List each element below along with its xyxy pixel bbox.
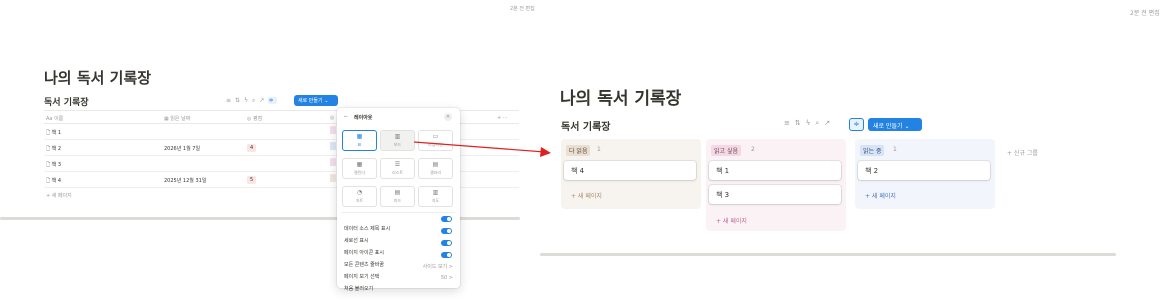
board-column-want: 읽고 싶음 2 책 1 책 3 + 새 페이지 <box>706 139 846 231</box>
card-title: 책 3 <box>716 191 730 199</box>
board-card[interactable]: 책 2 <box>858 161 990 180</box>
card-title: 책 1 <box>716 167 730 175</box>
new-page-button[interactable]: + 새 페이지 <box>571 191 602 200</box>
page-title: 나의 독서 기록장 <box>560 89 682 109</box>
board-card[interactable]: 책 4 <box>564 161 696 180</box>
horizontal-scrollbar[interactable] <box>540 253 1116 256</box>
new-button-label: 새로 만들기 <box>873 123 903 130</box>
sort-icon[interactable]: ⇅ <box>795 119 806 127</box>
new-page-button[interactable]: + 새 페이지 <box>865 191 896 200</box>
group-count: 1 <box>597 146 601 153</box>
card-title: 책 2 <box>865 167 879 175</box>
group-label[interactable]: 다 읽음 <box>566 145 591 156</box>
filter-icon[interactable]: ≡ <box>784 119 795 127</box>
add-group-button[interactable]: + 신규 그룹 <box>1007 148 1038 157</box>
new-button[interactable]: 새로 만들기 ⌄ <box>868 118 922 131</box>
board-column-reading: 읽는 중 1 책 2 + 새 페이지 <box>855 139 995 209</box>
card-title: 책 4 <box>571 167 585 175</box>
board-card[interactable]: 책 1 <box>709 161 841 180</box>
chevron-down-icon: ⌄ <box>904 123 910 130</box>
settings-icon[interactable]: ≑ <box>849 118 864 131</box>
search-icon[interactable]: ⌕ <box>815 119 824 127</box>
new-page-button[interactable]: + 새 페이지 <box>716 216 747 225</box>
db-toolbar: ≡⇅ϟ⌕↗ <box>784 119 835 128</box>
db-title[interactable]: 독서 기록장 <box>561 118 610 133</box>
board-column-done: 다 읽음 1 책 4 + 새 페이지 <box>561 139 701 209</box>
automation-icon[interactable]: ϟ <box>806 119 816 127</box>
group-count: 2 <box>751 146 755 153</box>
board-card[interactable]: 책 3 <box>709 185 841 204</box>
group-label[interactable]: 읽고 싶음 <box>711 145 741 156</box>
edit-time: 2분 전 편집 <box>1130 10 1160 17</box>
group-label[interactable]: 읽는 중 <box>860 145 885 156</box>
expand-icon[interactable]: ↗ <box>824 119 835 127</box>
group-count: 1 <box>893 146 897 153</box>
